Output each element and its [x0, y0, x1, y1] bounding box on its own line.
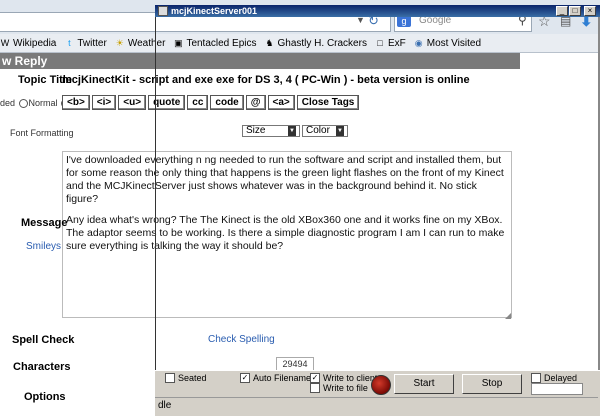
auto-filename-label: Auto Filename: [253, 373, 312, 383]
auto-filename-checkbox[interactable]: ✓ Auto Filename: [240, 373, 311, 383]
write-to-file-label: Write to file: [323, 383, 368, 393]
folder-icon: ▣: [174, 38, 183, 48]
bookmarks-bar: W Wikipedia t Twitter ☀ Weather ▣ Tentacled …: [0, 34, 600, 53]
checkmark-icon: ✓: [240, 373, 250, 383]
resize-grip-icon[interactable]: ◢: [505, 311, 511, 320]
italic-tag-button[interactable]: <i>: [91, 95, 117, 110]
message-textarea[interactable]: I've downloaded everything n ng needed t…: [62, 151, 512, 318]
most-visited-icon: ◉: [414, 38, 423, 48]
bookmark-label: Most Visited: [426, 37, 482, 49]
overlay-title: mcjKinectServer001: [171, 6, 258, 16]
app-icon: [158, 6, 168, 16]
bookmark-weather[interactable]: ☀ Weather: [115, 38, 166, 49]
bold-tag-button[interactable]: <b>: [62, 95, 90, 110]
wikipedia-icon: W: [0, 38, 10, 48]
message-paragraph-1: I've downloaded everything n ng needed t…: [66, 154, 504, 205]
bookmark-label: Ghastly H. Crackers: [277, 37, 367, 49]
smileys-link[interactable]: Smileys: [26, 241, 61, 252]
bookmark-wikipedia[interactable]: W Wikipedia: [0, 37, 57, 49]
status-bar: [155, 397, 598, 416]
checkbox-box: [310, 383, 320, 393]
message-label: Message: [21, 217, 68, 229]
chevron-down-icon: ▼: [336, 126, 344, 136]
quote-tag-button[interactable]: quote: [148, 95, 186, 110]
delayed-label: Delayed: [544, 373, 578, 383]
check-spelling-link[interactable]: Check Spelling: [208, 334, 275, 345]
overlay-left-edge: [155, 17, 156, 370]
checkmark-icon: ✓: [310, 373, 320, 383]
color-select[interactable]: Color ▼: [302, 125, 348, 137]
color-select-value: Color: [306, 125, 330, 136]
bookmark-label: Weather: [127, 37, 166, 49]
bookmark-tentacled-epics[interactable]: ▣ Tentacled Epics: [173, 38, 256, 49]
size-select-value: Size: [246, 125, 266, 136]
minimize-icon[interactable]: _: [556, 6, 568, 16]
record-indicator-icon[interactable]: [371, 375, 391, 395]
mention-tag-button[interactable]: @: [245, 95, 266, 110]
delay-input[interactable]: [531, 383, 583, 395]
twitter-icon: t: [68, 38, 71, 48]
maximize-icon[interactable]: □: [569, 6, 581, 16]
bookmark-label: ExF: [387, 37, 406, 49]
underline-tag-button[interactable]: <u>: [118, 95, 147, 110]
bookmark-label: Wikipedia: [13, 37, 57, 49]
code-tag-button[interactable]: code: [210, 95, 244, 110]
close-tags-button[interactable]: Close Tags: [296, 95, 360, 110]
topic-title-value: mcjKinectKit - script and exe exe for DS…: [62, 74, 470, 86]
weather-icon: ☀: [115, 38, 124, 48]
cc-tag-button[interactable]: cc: [187, 95, 209, 110]
message-paragraph-2: Any idea what's wrong? The The Kinect is…: [66, 214, 505, 252]
knight-icon: ♞: [265, 38, 274, 48]
close-icon[interactable]: ×: [584, 6, 596, 16]
start-button[interactable]: Start: [394, 374, 454, 394]
write-to-file-checkbox[interactable]: Write to file: [310, 383, 368, 393]
write-to-client-label: Write to client: [323, 373, 378, 383]
mode-normal-label: Normal: [28, 98, 58, 108]
characters-count: 29494: [276, 357, 314, 371]
bookmark-most-visited[interactable]: ◉ Most Visited: [414, 38, 481, 49]
bookmark-ghastly[interactable]: ♞ Ghastly H. Crackers: [264, 37, 367, 49]
mode-advanced-label: ded: [0, 98, 16, 108]
spell-check-label: Spell Check: [12, 334, 75, 346]
page-icon: □: [377, 38, 383, 48]
write-to-client-checkbox[interactable]: ✓ Write to client: [310, 373, 377, 383]
bookmark-label: Tentacled Epics: [186, 37, 257, 49]
tag-toolbar: <b> <i> <u> quote cc code @ <a> Close Ta…: [62, 95, 360, 110]
seated-label: Seated: [178, 373, 207, 383]
size-select[interactable]: Size ▼: [242, 125, 300, 137]
editor-mode: ded Normal: [0, 98, 71, 109]
seated-checkbox[interactable]: Seated: [165, 373, 207, 383]
checkbox-box: [531, 373, 541, 383]
options-label: Options: [24, 391, 66, 403]
bookmark-label: Twitter: [77, 37, 107, 49]
bookmark-twitter[interactable]: t Twitter: [64, 37, 107, 49]
font-formatting-label: Font Formatting: [10, 128, 74, 138]
reply-header: w Reply: [0, 53, 520, 69]
bookmark-exf[interactable]: □ ExF: [375, 38, 406, 49]
status-text: dle: [158, 400, 172, 411]
link-tag-button[interactable]: <a>: [267, 95, 295, 110]
stop-button[interactable]: Stop: [462, 374, 522, 394]
mode-normal-radio[interactable]: [18, 99, 28, 109]
delayed-checkbox[interactable]: Delayed: [531, 373, 577, 383]
chevron-down-icon: ▼: [288, 126, 296, 136]
checkbox-box: [165, 373, 175, 383]
characters-label: Characters: [13, 361, 71, 373]
